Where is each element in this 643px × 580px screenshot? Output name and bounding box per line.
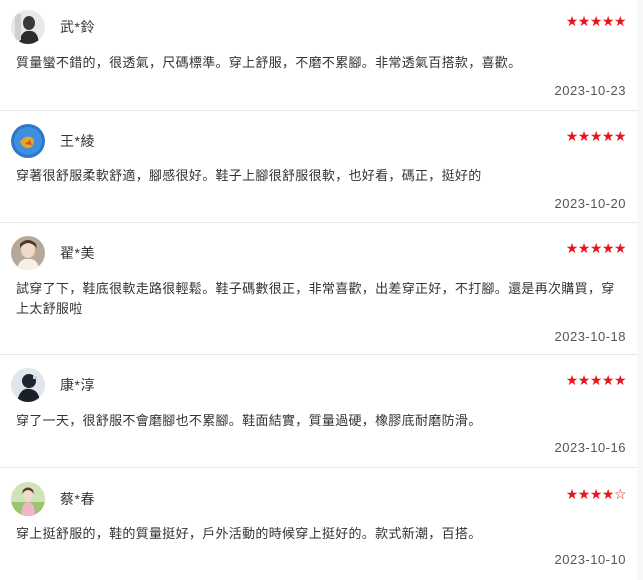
star-filled-icon: ★ — [565, 240, 579, 256]
star-filled-icon: ★ — [589, 372, 603, 388]
star-filled-icon: ★ — [601, 372, 615, 388]
star-filled-icon: ★ — [577, 372, 591, 388]
review-header: 王*綾 — [11, 123, 95, 159]
rating-stars: ★★★★★ — [565, 372, 627, 388]
review-text: 試穿了下，鞋底很軟走路很輕鬆。鞋子碼數很正，非常喜歡，出差穿正好，不打腳。還是再… — [16, 281, 615, 316]
user-avatar — [11, 368, 45, 402]
star-filled-icon: ★ — [565, 13, 579, 29]
star-filled-icon: ★ — [613, 13, 627, 29]
star-filled-icon: ★ — [613, 128, 627, 144]
star-filled-icon: ★ — [613, 372, 627, 388]
user-avatar — [11, 124, 45, 158]
review-list: 武*鈴 ★★★★★ 質量蠻不錯的，很透氣，尺碼標準。穿上舒服，不磨不累腳。非常透… — [0, 0, 643, 580]
star-filled-icon: ★ — [577, 13, 591, 29]
review-date: 2023-10-16 — [554, 440, 626, 455]
scrollbar[interactable] — [637, 0, 643, 580]
review-item: 康*淳 ★★★★★ 穿了一天，很舒服不會磨腳也不累腳。鞋面結實，質量過硬，橡膠底… — [0, 355, 643, 468]
star-filled-icon: ★ — [589, 240, 603, 256]
review-item: 翟*美 ★★★★★ 試穿了下，鞋底很軟走路很輕鬆。鞋子碼數很正，非常喜歡，出差穿… — [0, 223, 643, 355]
review-header: 武*鈴 — [11, 9, 95, 45]
review-date: 2023-10-20 — [554, 196, 626, 211]
star-empty-icon: ☆ — [613, 486, 627, 502]
rating-stars: ★★★★★ — [565, 128, 627, 144]
star-filled-icon: ★ — [589, 486, 603, 502]
review-item: 王*綾 ★★★★★ 穿著很舒服柔軟舒適，腳感很好。鞋子上腳很舒服很軟，也好看，碼… — [0, 111, 643, 223]
review-date: 2023-10-18 — [554, 329, 626, 344]
review-text: 穿上挺舒服的，鞋的質量挺好，戶外活動的時候穿上挺好的。款式新潮，百搭。 — [16, 526, 482, 541]
review-header: 翟*美 — [11, 235, 95, 271]
username: 武*鈴 — [60, 19, 95, 35]
rating-stars: ★★★★★ — [565, 240, 627, 256]
star-filled-icon: ★ — [601, 128, 615, 144]
star-filled-icon: ★ — [601, 13, 615, 29]
star-filled-icon: ★ — [601, 486, 615, 502]
username: 康*淳 — [60, 377, 95, 393]
review-text: 質量蠻不錯的，很透氣，尺碼標準。穿上舒服，不磨不累腳。非常透氣百搭款，喜歡。 — [16, 55, 522, 70]
rating-stars: ★★★★★ — [565, 13, 627, 29]
username: 翟*美 — [60, 245, 95, 261]
star-filled-icon: ★ — [565, 128, 579, 144]
review-item: 蔡*春 ★★★★☆ 穿上挺舒服的，鞋的質量挺好，戶外活動的時候穿上挺好的。款式新… — [0, 468, 643, 580]
user-avatar — [11, 236, 45, 270]
star-filled-icon: ★ — [577, 128, 591, 144]
review-text: 穿了一天，很舒服不會磨腳也不累腳。鞋面結實，質量過硬，橡膠底耐磨防滑。 — [16, 413, 482, 428]
user-avatar — [11, 482, 45, 516]
username: 蔡*春 — [60, 491, 95, 507]
user-avatar — [11, 10, 45, 44]
star-filled-icon: ★ — [565, 372, 579, 388]
star-filled-icon: ★ — [601, 240, 615, 256]
review-text: 穿著很舒服柔軟舒適，腳感很好。鞋子上腳很舒服很軟，也好看，碼正，挺好的 — [16, 168, 482, 183]
review-header: 康*淳 — [11, 367, 95, 403]
rating-stars: ★★★★☆ — [565, 486, 627, 502]
star-filled-icon: ★ — [589, 128, 603, 144]
star-filled-icon: ★ — [589, 13, 603, 29]
review-date: 2023-10-23 — [554, 83, 626, 98]
username: 王*綾 — [60, 133, 95, 149]
review-item: 武*鈴 ★★★★★ 質量蠻不錯的，很透氣，尺碼標準。穿上舒服，不磨不累腳。非常透… — [0, 0, 643, 111]
star-filled-icon: ★ — [613, 240, 627, 256]
review-date: 2023-10-10 — [554, 552, 626, 567]
star-filled-icon: ★ — [565, 486, 579, 502]
review-header: 蔡*春 — [11, 481, 95, 517]
star-filled-icon: ★ — [577, 486, 591, 502]
star-filled-icon: ★ — [577, 240, 591, 256]
